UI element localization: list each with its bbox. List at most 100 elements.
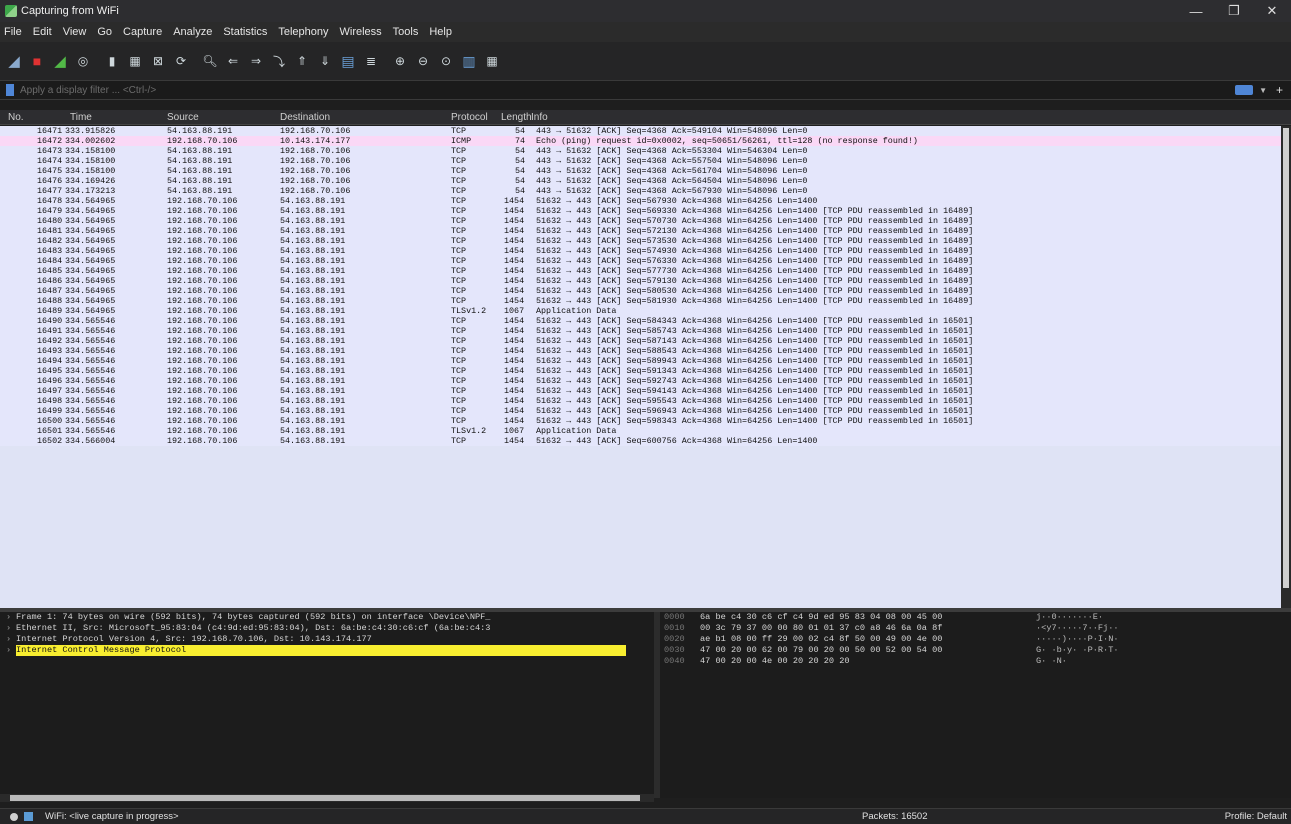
packet-row[interactable]: 16484 334.564965 192.168.70.106 54.163.8… bbox=[0, 256, 1281, 266]
details-horizontal-scrollbar[interactable] bbox=[0, 794, 654, 802]
packet-row[interactable]: 16495 334.565546 192.168.70.106 54.163.8… bbox=[0, 366, 1281, 376]
packet-list-scrollbar[interactable] bbox=[1281, 126, 1291, 608]
packet-row[interactable]: 16480 334.564965 192.168.70.106 54.163.8… bbox=[0, 216, 1281, 226]
packet-row[interactable]: 16485 334.564965 192.168.70.106 54.163.8… bbox=[0, 266, 1281, 276]
packet-row[interactable]: 16471 333.915826 54.163.88.191 192.168.7… bbox=[0, 126, 1281, 136]
expand-arrow-icon[interactable]: › bbox=[6, 634, 16, 645]
menu-analyze[interactable]: Analyze bbox=[173, 26, 212, 38]
detail-row-frame[interactable]: › Frame 1: 74 bytes on wire (592 bits), 7… bbox=[0, 612, 654, 623]
last-packet-icon[interactable]: ⇓ bbox=[317, 53, 333, 69]
maximize-button[interactable]: ❐ bbox=[1215, 0, 1253, 22]
bytes-row[interactable]: 0020 ae b1 08 00 ff 29 00 02 c4 8f 50 00 … bbox=[660, 634, 1291, 645]
packet-row[interactable]: 16498 334.565546 192.168.70.106 54.163.8… bbox=[0, 396, 1281, 406]
packet-row[interactable]: 16501 334.565546 192.168.70.106 54.163.8… bbox=[0, 426, 1281, 436]
zoom-out-icon[interactable]: ⊖ bbox=[415, 53, 431, 69]
add-filter-button-icon[interactable]: + bbox=[1276, 83, 1283, 97]
column-header-no[interactable]: No. bbox=[8, 112, 24, 123]
expert-info-icon[interactable] bbox=[10, 812, 18, 821]
packet-row[interactable]: 16488 334.564965 192.168.70.106 54.163.8… bbox=[0, 296, 1281, 306]
capture-options-icon[interactable]: ◎ bbox=[75, 53, 91, 69]
column-header-info[interactable]: Info bbox=[531, 112, 548, 123]
packet-time: 334.565546 bbox=[65, 336, 116, 346]
column-header-source[interactable]: Source bbox=[167, 112, 199, 123]
capture-file-properties-icon[interactable] bbox=[24, 812, 33, 821]
packet-row[interactable]: 16502 334.566004 192.168.70.106 54.163.8… bbox=[0, 436, 1281, 446]
open-file-icon[interactable]: ▮ bbox=[104, 53, 120, 69]
bytes-row[interactable]: 0030 47 00 20 00 62 00 79 00 20 00 50 00 … bbox=[660, 645, 1291, 656]
packet-row[interactable]: 16499 334.565546 192.168.70.106 54.163.8… bbox=[0, 406, 1281, 416]
packet-row[interactable]: 16489 334.564965 192.168.70.106 54.163.8… bbox=[0, 306, 1281, 316]
bytes-row[interactable]: 0000 6a be c4 30 c6 cf c4 9d ed 95 83 04 … bbox=[660, 612, 1291, 623]
packet-row[interactable]: 16473 334.158100 54.163.88.191 192.168.7… bbox=[0, 146, 1281, 156]
packet-row[interactable]: 16482 334.564965 192.168.70.106 54.163.8… bbox=[0, 236, 1281, 246]
profile-label[interactable]: Profile: Default bbox=[1225, 811, 1287, 822]
packet-row[interactable]: 16483 334.564965 192.168.70.106 54.163.8… bbox=[0, 246, 1281, 256]
menu-capture[interactable]: Capture bbox=[123, 26, 162, 38]
bytes-row[interactable]: 0010 00 3c 79 37 00 00 80 01 01 37 c0 a8 … bbox=[660, 623, 1291, 634]
packet-row[interactable]: 16472 334.002602 192.168.70.106 10.143.1… bbox=[0, 136, 1281, 146]
menu-help[interactable]: Help bbox=[429, 26, 452, 38]
bookmark-icon[interactable] bbox=[6, 84, 14, 96]
display-filter-input[interactable] bbox=[20, 82, 1236, 98]
zoom-in-icon[interactable]: ⊕ bbox=[392, 53, 408, 69]
menu-view[interactable]: View bbox=[63, 26, 87, 38]
packet-row[interactable]: 16475 334.158100 54.163.88.191 192.168.7… bbox=[0, 166, 1281, 176]
packet-row[interactable]: 16487 334.564965 192.168.70.106 54.163.8… bbox=[0, 286, 1281, 296]
packet-row[interactable]: 16481 334.564965 192.168.70.106 54.163.8… bbox=[0, 226, 1281, 236]
start-capture-icon[interactable]: ◢ bbox=[6, 53, 22, 70]
column-header-length[interactable]: Length bbox=[501, 112, 532, 123]
column-header-destination[interactable]: Destination bbox=[280, 112, 330, 123]
expand-arrow-icon[interactable]: › bbox=[6, 623, 16, 634]
go-forward-icon[interactable]: ⇒ bbox=[248, 53, 264, 69]
detail-row-ipv4[interactable]: › Internet Protocol Version 4, Src: 192.1… bbox=[0, 634, 654, 645]
packet-row[interactable]: 16496 334.565546 192.168.70.106 54.163.8… bbox=[0, 376, 1281, 386]
restart-capture-icon[interactable]: ◢ bbox=[52, 53, 68, 70]
close-button[interactable]: ✕ bbox=[1253, 0, 1291, 22]
menu-statistics[interactable]: Statistics bbox=[223, 26, 267, 38]
columns-grid-icon[interactable]: ▦ bbox=[484, 53, 500, 69]
first-packet-icon[interactable]: ⇑ bbox=[294, 53, 310, 69]
column-header-protocol[interactable]: Protocol bbox=[451, 112, 488, 123]
packet-row[interactable]: 16494 334.565546 192.168.70.106 54.163.8… bbox=[0, 356, 1281, 366]
menu-tools[interactable]: Tools bbox=[393, 26, 419, 38]
find-packet-icon[interactable]: 🔍︎ bbox=[202, 53, 218, 69]
packet-row[interactable]: 16479 334.564965 192.168.70.106 54.163.8… bbox=[0, 206, 1281, 216]
packet-row[interactable]: 16492 334.565546 192.168.70.106 54.163.8… bbox=[0, 336, 1281, 346]
detail-row-icmp[interactable]: › Internet Control Message Protocol bbox=[0, 645, 654, 656]
menu-file[interactable]: File bbox=[4, 26, 22, 38]
menu-go[interactable]: Go bbox=[97, 26, 112, 38]
packet-row[interactable]: 16474 334.158100 54.163.88.191 192.168.7… bbox=[0, 156, 1281, 166]
packet-row[interactable]: 16490 334.565546 192.168.70.106 54.163.8… bbox=[0, 316, 1281, 326]
scrollbar-thumb[interactable] bbox=[10, 795, 640, 801]
colorize-icon[interactable]: ≣ bbox=[363, 53, 379, 69]
column-header-time[interactable]: Time bbox=[70, 112, 92, 123]
go-back-icon[interactable]: ⇐ bbox=[225, 53, 241, 69]
close-file-icon[interactable]: ⊠ bbox=[150, 53, 166, 69]
packet-row[interactable]: 16486 334.564965 192.168.70.106 54.163.8… bbox=[0, 276, 1281, 286]
autoscroll-icon[interactable]: ▤ bbox=[340, 53, 356, 69]
normal-size-icon[interactable]: ⊙ bbox=[438, 53, 454, 69]
resize-columns-icon[interactable]: ▥ bbox=[461, 53, 477, 69]
packet-row[interactable]: 16476 334.169426 54.163.88.191 192.168.7… bbox=[0, 176, 1281, 186]
scrollbar-thumb[interactable] bbox=[1283, 128, 1289, 588]
reload-file-icon[interactable]: ⟳ bbox=[173, 53, 189, 69]
expand-arrow-icon[interactable]: › bbox=[6, 645, 16, 656]
go-to-packet-icon[interactable]: ⤵ bbox=[271, 53, 287, 69]
packet-row[interactable]: 16491 334.565546 192.168.70.106 54.163.8… bbox=[0, 326, 1281, 336]
bytes-row[interactable]: 0040 47 00 20 00 4e 00 20 20 20 20 G· ·N· bbox=[660, 656, 1291, 667]
packet-row[interactable]: 16477 334.173213 54.163.88.191 192.168.7… bbox=[0, 186, 1281, 196]
filter-dropdown-icon[interactable]: ▼ bbox=[1259, 86, 1267, 95]
packet-row[interactable]: 16497 334.565546 192.168.70.106 54.163.8… bbox=[0, 386, 1281, 396]
stop-capture-icon[interactable]: ■ bbox=[29, 53, 45, 69]
menu-edit[interactable]: Edit bbox=[33, 26, 52, 38]
packet-row[interactable]: 16478 334.564965 192.168.70.106 54.163.8… bbox=[0, 196, 1281, 206]
packet-row[interactable]: 16500 334.565546 192.168.70.106 54.163.8… bbox=[0, 416, 1281, 426]
apply-filter-icon[interactable] bbox=[1235, 85, 1254, 95]
minimize-button[interactable]: — bbox=[1177, 0, 1215, 22]
save-file-icon[interactable]: ▦ bbox=[127, 53, 143, 69]
detail-row-ethernet[interactable]: › Ethernet II, Src: Microsoft_95:83:04 (c… bbox=[0, 623, 654, 634]
packet-row[interactable]: 16493 334.565546 192.168.70.106 54.163.8… bbox=[0, 346, 1281, 356]
menu-telephony[interactable]: Telephony bbox=[278, 26, 328, 38]
menu-wireless[interactable]: Wireless bbox=[340, 26, 382, 38]
expand-arrow-icon[interactable]: › bbox=[6, 612, 16, 623]
